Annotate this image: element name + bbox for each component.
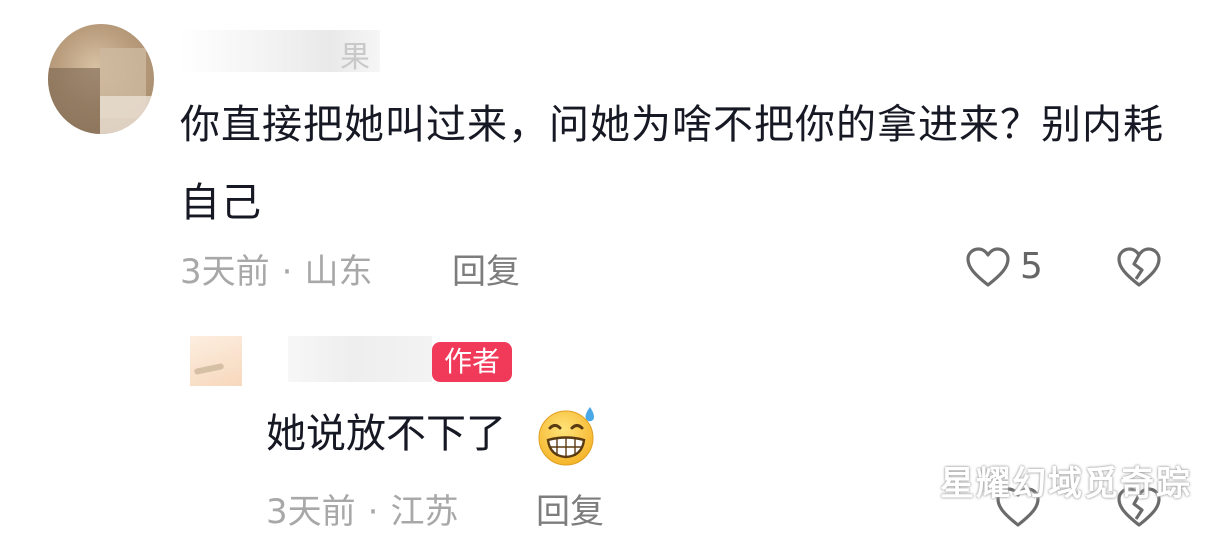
- commenter-username-visible-text: 果: [340, 40, 372, 75]
- author-avatar[interactable]: [190, 336, 242, 386]
- commenter-username[interactable]: 果: [180, 30, 380, 75]
- broken-heart-icon[interactable]: [1114, 244, 1164, 292]
- meta-separator: ·: [367, 492, 379, 532]
- comment-location: 山东: [304, 252, 373, 292]
- author-username[interactable]: [288, 336, 432, 382]
- like-count: 5: [1020, 246, 1043, 287]
- reply-meta: 3天前 · 江苏: [266, 484, 458, 533]
- commenter-avatar[interactable]: [48, 24, 154, 134]
- reply-time: 3天前: [266, 492, 356, 532]
- grinning-sweat-emoji-icon: [538, 407, 594, 466]
- comment-meta: 3天前 · 山东: [180, 244, 372, 293]
- watermark: 星耀幻域觅奇踪: [940, 464, 1192, 504]
- reply-text: 她说放不下了: [266, 411, 506, 457]
- heart-outline-icon[interactable]: [964, 244, 1012, 292]
- reply-button[interactable]: 回复: [452, 244, 520, 293]
- comment-text: 你直接把她叫过来，问她为啥不把你的拿进来？别内耗自己: [180, 102, 1164, 226]
- author-badge: 作者: [432, 342, 513, 382]
- meta-separator: ·: [281, 252, 293, 292]
- reply-location: 江苏: [390, 492, 459, 532]
- reply-to-reply-button[interactable]: 回复: [536, 484, 604, 533]
- comment-time: 3天前: [180, 252, 270, 292]
